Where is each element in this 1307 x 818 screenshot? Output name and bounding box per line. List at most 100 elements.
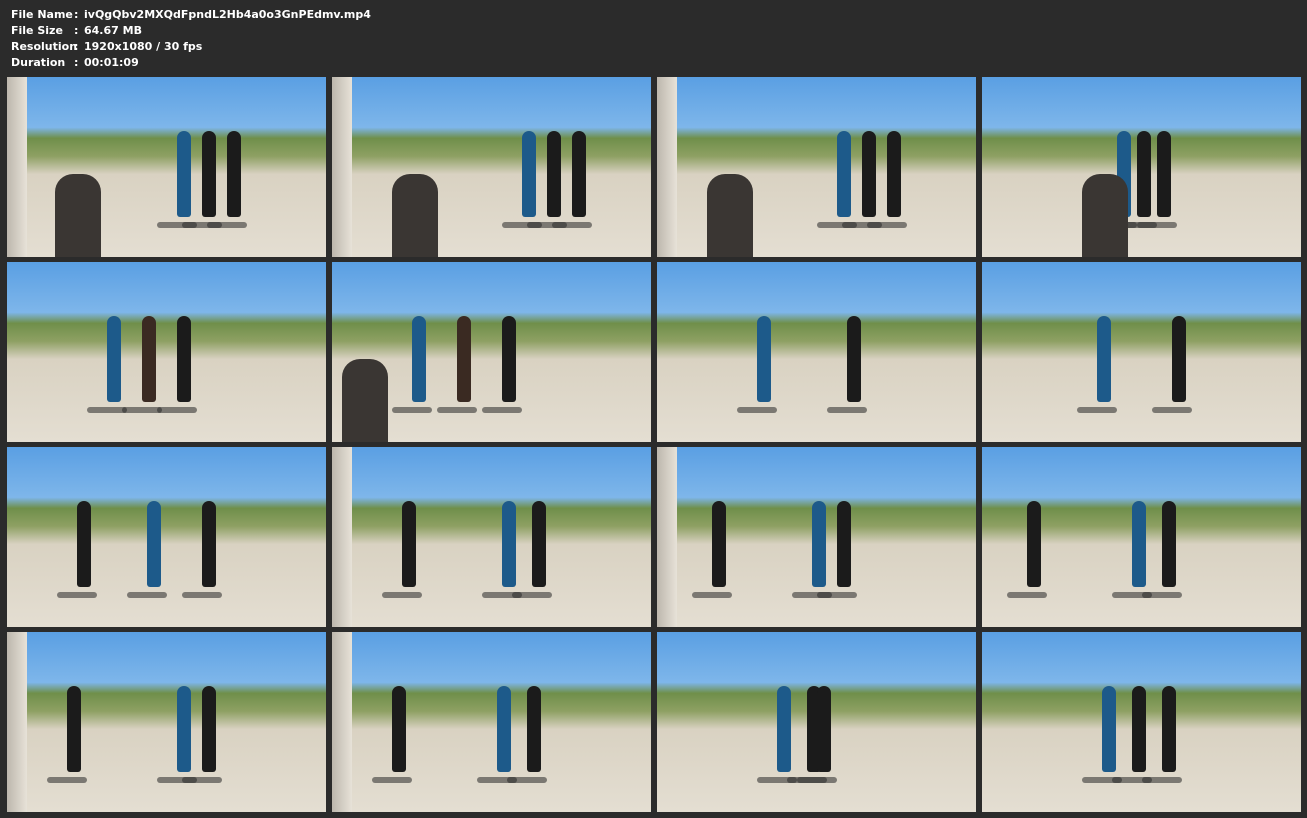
figure-shadow bbox=[1142, 777, 1182, 784]
figure-shadow bbox=[207, 222, 247, 229]
figure bbox=[847, 316, 861, 403]
figure bbox=[837, 501, 851, 588]
video-frame-thumbnail bbox=[982, 262, 1301, 442]
duration-row: Duration : 00:01:09 bbox=[11, 55, 371, 71]
figure bbox=[817, 686, 831, 773]
figure-shadow bbox=[1152, 407, 1192, 414]
photographer-figure bbox=[55, 174, 101, 257]
resolution-label: Resolution bbox=[11, 40, 78, 53]
beach-hut-wall bbox=[657, 77, 677, 257]
figure-shadow bbox=[827, 407, 867, 414]
video-frame-thumbnail bbox=[982, 632, 1301, 812]
photographer-figure bbox=[392, 174, 438, 257]
figure-shadow bbox=[1077, 407, 1117, 414]
figure-shadow bbox=[1007, 592, 1047, 599]
photographer-figure bbox=[707, 174, 753, 257]
file-name-label: File Name bbox=[11, 8, 73, 21]
video-frame-thumbnail bbox=[7, 447, 326, 627]
figure-shadow bbox=[372, 777, 412, 784]
figure bbox=[67, 686, 81, 773]
file-name-row: File Name : ivQgQbv2MXQdFpndL2Hb4a0o3GnP… bbox=[11, 7, 371, 23]
figure bbox=[142, 316, 156, 403]
beach-hut-wall bbox=[332, 632, 352, 812]
figure-shadow bbox=[797, 777, 837, 784]
duration-separator: : bbox=[74, 56, 79, 69]
figure bbox=[572, 131, 586, 218]
beach-hut-wall bbox=[7, 632, 27, 812]
photographer-figure bbox=[1082, 174, 1128, 257]
figure bbox=[1132, 501, 1146, 588]
file-info-panel: File Name : ivQgQbv2MXQdFpndL2Hb4a0o3GnP… bbox=[11, 7, 371, 71]
figure-shadow bbox=[737, 407, 777, 414]
figure bbox=[227, 131, 241, 218]
figure-shadow bbox=[867, 222, 907, 229]
video-frame-thumbnail bbox=[332, 77, 651, 257]
beach-hut-wall bbox=[7, 77, 27, 257]
file-size-value: 64.67 MB bbox=[84, 24, 142, 37]
figure bbox=[177, 316, 191, 403]
file-size-row: File Size : 64.67 MB bbox=[11, 23, 371, 39]
file-name-value: ivQgQbv2MXQdFpndL2Hb4a0o3GnPEdmv.mp4 bbox=[84, 8, 371, 21]
video-frame-thumbnail bbox=[7, 262, 326, 442]
figure bbox=[177, 686, 191, 773]
figure bbox=[502, 316, 516, 403]
beach-hut-wall bbox=[657, 447, 677, 627]
video-frame-thumbnail bbox=[657, 262, 976, 442]
video-frame-thumbnail bbox=[657, 632, 976, 812]
video-frame-thumbnail bbox=[657, 77, 976, 257]
figure bbox=[862, 131, 876, 218]
video-frame-thumbnail bbox=[982, 77, 1301, 257]
beach-hut-wall bbox=[332, 77, 352, 257]
thumbnail-grid bbox=[7, 77, 1301, 812]
video-frame-thumbnail bbox=[332, 262, 651, 442]
video-frame-thumbnail bbox=[982, 447, 1301, 627]
photographer-figure bbox=[342, 359, 388, 442]
figure bbox=[532, 501, 546, 588]
figure-shadow bbox=[817, 592, 857, 599]
figure bbox=[502, 501, 516, 588]
video-frame-thumbnail bbox=[7, 632, 326, 812]
figure bbox=[1162, 686, 1176, 773]
figure bbox=[202, 131, 216, 218]
figure bbox=[1162, 501, 1176, 588]
file-size-separator: : bbox=[74, 24, 79, 37]
figure bbox=[412, 316, 426, 403]
beach-hut-wall bbox=[332, 447, 352, 627]
duration-label: Duration bbox=[11, 56, 66, 69]
file-size-label: File Size bbox=[11, 24, 63, 37]
figure bbox=[1132, 686, 1146, 773]
video-frame-thumbnail bbox=[657, 447, 976, 627]
figure bbox=[712, 501, 726, 588]
figure bbox=[77, 501, 91, 588]
figure-shadow bbox=[437, 407, 477, 414]
figure bbox=[1137, 131, 1151, 218]
figure bbox=[777, 686, 791, 773]
figure bbox=[1172, 316, 1186, 403]
figure bbox=[547, 131, 561, 218]
figure bbox=[457, 316, 471, 403]
figure bbox=[202, 686, 216, 773]
figure bbox=[527, 686, 541, 773]
figure bbox=[1027, 501, 1041, 588]
figure-shadow bbox=[127, 592, 167, 599]
figure-shadow bbox=[552, 222, 592, 229]
figure bbox=[1157, 131, 1171, 218]
figure-shadow bbox=[182, 592, 222, 599]
video-frame-thumbnail bbox=[332, 632, 651, 812]
figure bbox=[757, 316, 771, 403]
figure-shadow bbox=[692, 592, 732, 599]
figure-shadow bbox=[157, 407, 197, 414]
figure bbox=[107, 316, 121, 403]
figure bbox=[837, 131, 851, 218]
resolution-separator: : bbox=[74, 40, 79, 53]
figure-shadow bbox=[1137, 222, 1177, 229]
figure bbox=[812, 501, 826, 588]
figure-shadow bbox=[382, 592, 422, 599]
figure bbox=[177, 131, 191, 218]
figure bbox=[522, 131, 536, 218]
figure-shadow bbox=[507, 777, 547, 784]
figure-shadow bbox=[87, 407, 127, 414]
figure-shadow bbox=[392, 407, 432, 414]
video-frame-thumbnail bbox=[7, 77, 326, 257]
figure-shadow bbox=[482, 407, 522, 414]
